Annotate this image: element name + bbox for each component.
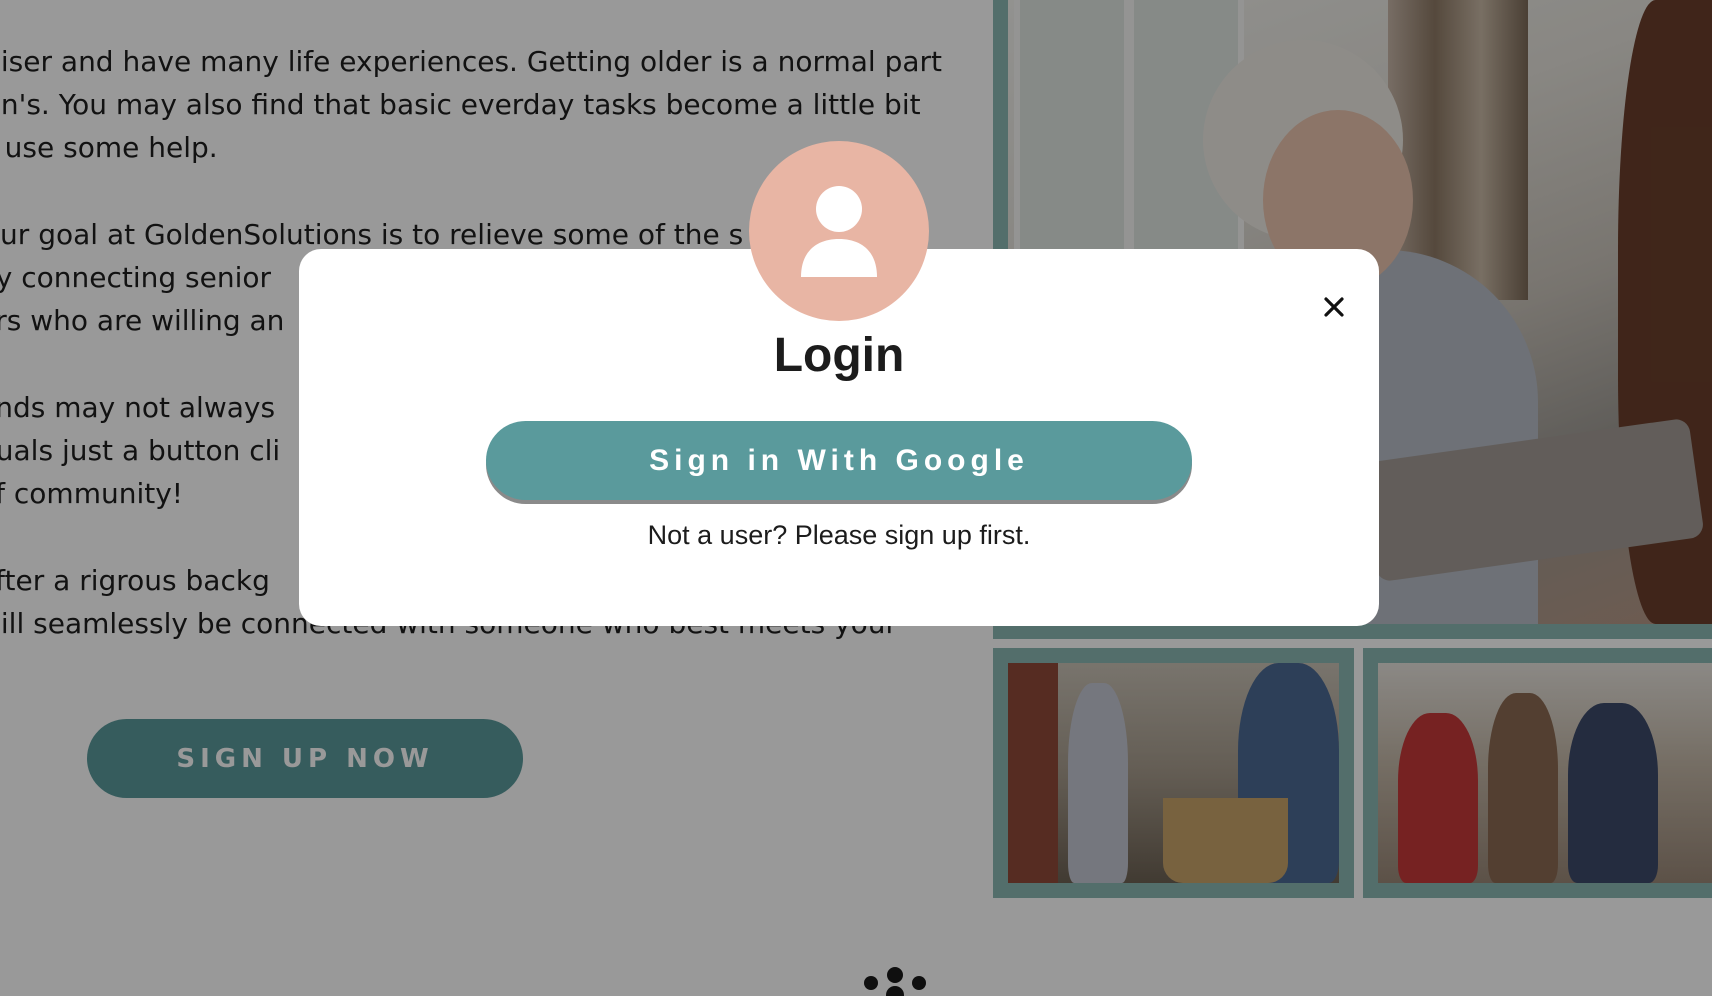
- modal-title: Login: [773, 329, 905, 382]
- close-icon: [1324, 297, 1344, 317]
- signup-hint-text: Not a user? Please sign up first.: [647, 520, 1031, 550]
- close-modal-button[interactable]: [1314, 287, 1354, 327]
- sign-in-with-google-button[interactable]: Sign in With Google: [486, 421, 1192, 500]
- user-icon: [801, 186, 877, 277]
- user-avatar: [749, 141, 929, 321]
